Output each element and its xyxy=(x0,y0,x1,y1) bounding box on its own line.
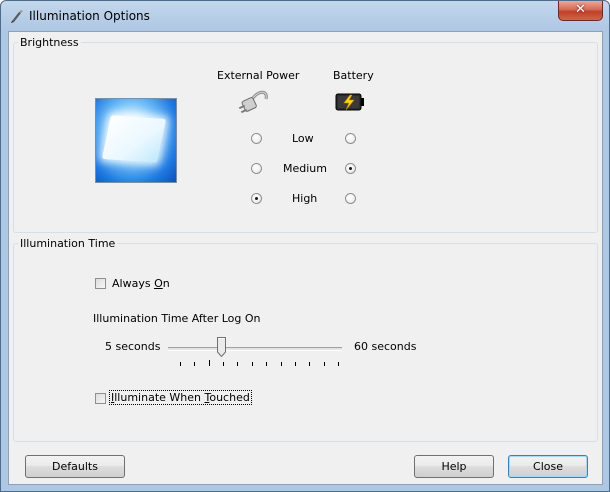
always-on-access-key: O xyxy=(154,277,163,290)
illumination-time-slider-track[interactable] xyxy=(168,347,342,351)
illuminate-when-touched-label[interactable]: Illuminate When Touched xyxy=(109,390,252,405)
illuminated-keyboard-preview-icon xyxy=(95,98,177,183)
close-button[interactable]: Close xyxy=(508,455,588,478)
power-plug-icon xyxy=(238,90,268,114)
slider-tick xyxy=(324,362,325,366)
external-power-label: External Power xyxy=(217,69,300,82)
illuminate-label-part: ouched xyxy=(209,391,250,404)
slider-tick xyxy=(209,360,210,366)
window-close-button[interactable]: ✕ xyxy=(558,1,603,21)
slider-min-label: 5 seconds xyxy=(105,340,161,353)
slider-tick xyxy=(295,362,296,366)
level-label-low: Low xyxy=(292,132,314,145)
always-on-checkbox[interactable] xyxy=(95,278,106,289)
level-label-medium: Medium xyxy=(283,162,327,175)
slider-tick xyxy=(338,362,339,366)
close-x-icon: ✕ xyxy=(575,2,586,17)
always-on-label[interactable]: Always On xyxy=(112,277,170,290)
battery-charging-icon xyxy=(335,93,364,111)
title-bar[interactable]: Illumination Options ✕ xyxy=(1,1,609,31)
help-button[interactable]: Help xyxy=(414,455,494,478)
brightness-group-label: Brightness xyxy=(20,36,79,49)
level-label-high: High xyxy=(292,192,318,205)
slider-tick xyxy=(180,362,181,366)
external-power-high-radio[interactable] xyxy=(251,193,262,204)
external-power-low-radio[interactable] xyxy=(251,133,262,144)
battery-high-radio[interactable] xyxy=(345,193,356,204)
illumination-time-group-label: Illumination Time xyxy=(20,237,116,250)
slider-max-label: 60 seconds xyxy=(354,340,417,353)
dialog-client-area: Brightness External Power Battery Low Me… xyxy=(8,31,603,485)
window-title: Illumination Options xyxy=(29,9,150,23)
illumination-time-group: Illumination Time xyxy=(13,237,598,442)
slider-tick xyxy=(309,362,310,366)
illumination-time-slider-thumb[interactable] xyxy=(217,337,226,357)
illuminate-when-touched-checkbox[interactable] xyxy=(95,393,106,404)
pen-lamp-icon xyxy=(11,10,23,23)
slider-tick xyxy=(266,362,267,366)
external-power-medium-radio[interactable] xyxy=(251,163,262,174)
slider-tick xyxy=(237,362,238,366)
defaults-button[interactable]: Defaults xyxy=(25,455,125,478)
always-on-label-part: n xyxy=(162,277,170,290)
battery-low-radio[interactable] xyxy=(345,133,356,144)
slider-tick xyxy=(194,362,195,366)
slider-label: Illumination Time After Log On xyxy=(93,312,261,325)
slider-tick xyxy=(252,362,253,366)
slider-tick xyxy=(223,362,224,366)
always-on-label-part: Always xyxy=(112,277,155,290)
battery-label: Battery xyxy=(333,69,374,82)
battery-medium-radio[interactable] xyxy=(345,163,356,174)
illuminate-label-part: lluminate When xyxy=(114,391,205,404)
slider-tick xyxy=(281,362,282,366)
illumination-options-window: Illumination Options ✕ Brightness Extern… xyxy=(0,0,610,492)
